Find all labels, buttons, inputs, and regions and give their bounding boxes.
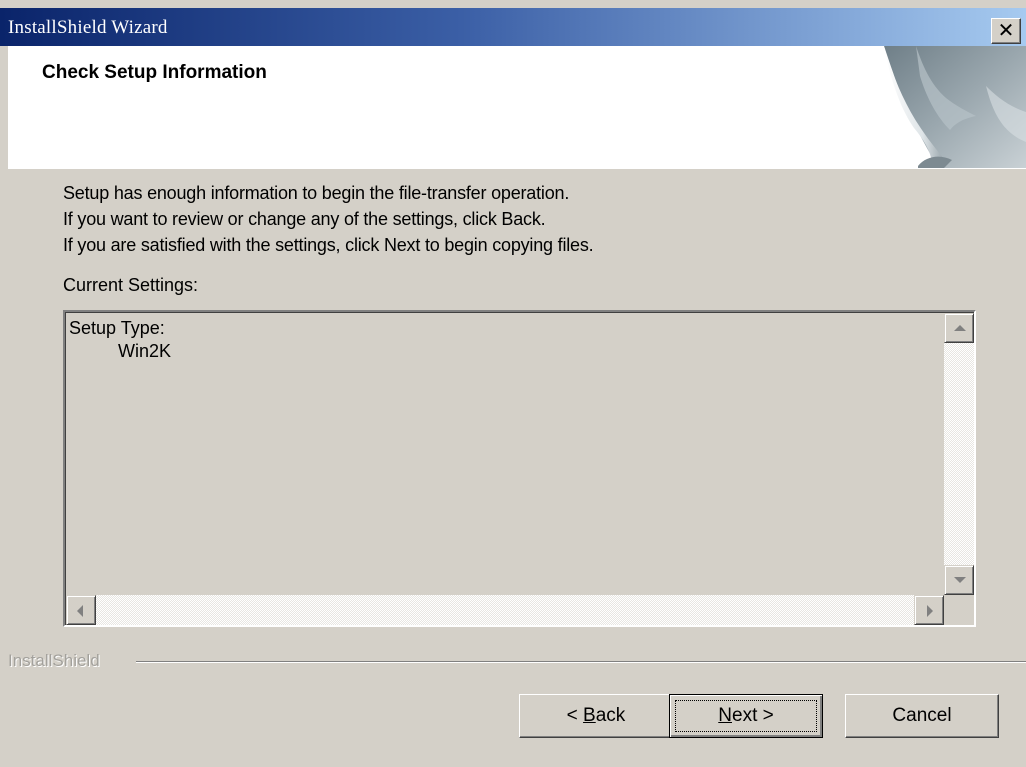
installshield-wizard-window: InstallShield Wizard ✕ Check Setup Infor… xyxy=(0,0,1026,767)
page-curl-graphic xyxy=(884,46,1026,168)
close-button[interactable]: ✕ xyxy=(991,18,1021,44)
setup-type-label: Setup Type: xyxy=(69,318,165,338)
title-bar[interactable]: InstallShield Wizard ✕ xyxy=(0,8,1026,46)
page-title: Check Setup Information xyxy=(42,62,267,83)
info-line-2: If you want to review or change any of t… xyxy=(63,209,546,229)
arrow-right-icon xyxy=(927,605,933,617)
installshield-brand-label: InstallShield xyxy=(8,651,100,670)
current-settings-label: Current Settings: xyxy=(63,275,199,295)
close-icon: ✕ xyxy=(997,18,1015,42)
next-button[interactable]: Next > xyxy=(669,694,823,738)
back-button[interactable]: < Back xyxy=(519,694,673,738)
next-button-mnemonic: N xyxy=(718,705,732,726)
next-button-label: ext xyxy=(732,705,758,726)
back-button-label: ack xyxy=(595,705,626,726)
scroll-right-button[interactable] xyxy=(914,595,944,625)
current-settings-textbox[interactable]: Setup Type: Win2K xyxy=(63,310,976,627)
back-button-mnemonic: B xyxy=(583,705,596,726)
window-title: InstallShield Wizard xyxy=(8,17,168,38)
arrow-up-icon xyxy=(954,325,966,331)
arrow-left-icon xyxy=(77,605,83,617)
info-line-3: If you are satisfied with the settings, … xyxy=(63,235,594,255)
info-line-1: Setup has enough information to begin th… xyxy=(63,183,570,203)
next-button-suffix: > xyxy=(757,705,774,726)
next-button-focus-rect: Next > xyxy=(675,700,817,732)
brand-divider xyxy=(136,661,1026,663)
scroll-up-button[interactable] xyxy=(944,313,974,343)
header-panel: Check Setup Information xyxy=(8,46,1026,169)
arrow-down-icon xyxy=(954,577,966,583)
scroll-left-button[interactable] xyxy=(66,595,96,625)
scroll-down-button[interactable] xyxy=(944,565,974,595)
scrollbar-corner xyxy=(944,595,974,625)
back-button-prefix: < xyxy=(566,705,584,726)
cancel-button[interactable]: Cancel xyxy=(845,694,999,738)
horizontal-scrollbar[interactable] xyxy=(66,595,944,625)
header-divider xyxy=(8,168,1026,169)
setup-type-value: Win2K xyxy=(118,341,172,361)
vertical-scrollbar[interactable] xyxy=(944,313,974,595)
